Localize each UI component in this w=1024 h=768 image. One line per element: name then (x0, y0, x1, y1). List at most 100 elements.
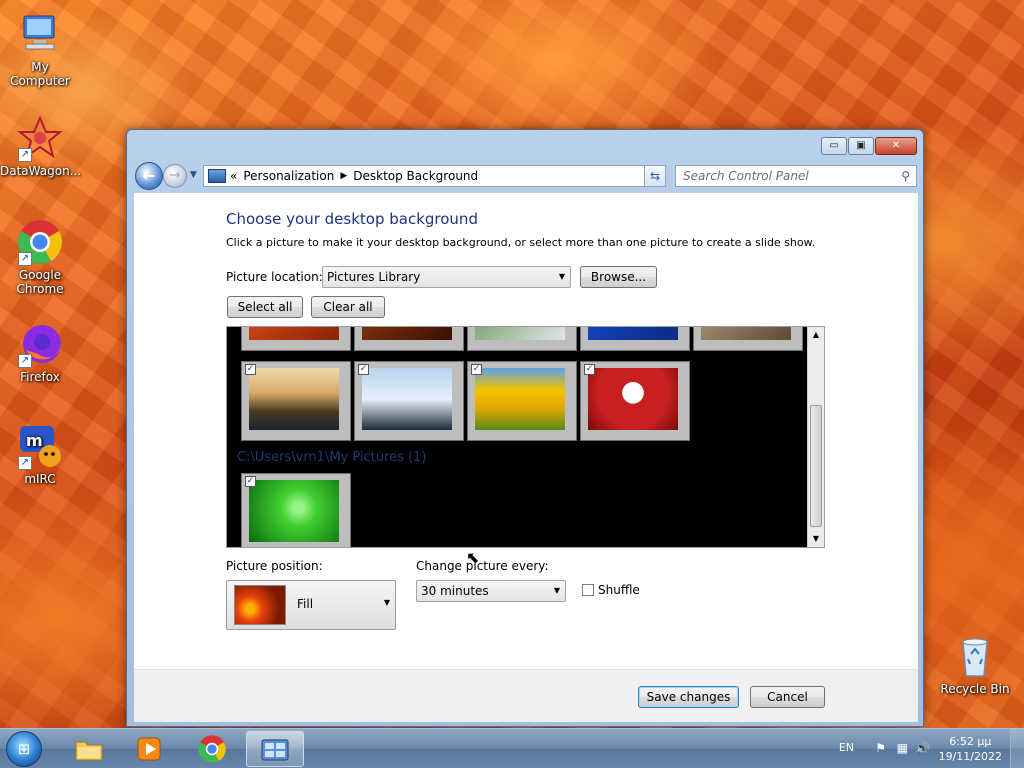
thumbnail-image (249, 480, 339, 542)
control-panel-icon (208, 169, 226, 183)
datawagon-icon: ↗ (16, 114, 64, 162)
checkbox-checked[interactable]: ✓ (358, 364, 369, 375)
desktop-icon-label: mIRC (24, 472, 56, 486)
checkbox-checked[interactable]: ✓ (471, 364, 482, 375)
gallery-thumbnail-tulips[interactable]: ✓ (467, 361, 577, 441)
shuffle-checkbox[interactable]: Shuffle (582, 583, 640, 597)
gallery-thumbnail-lighthouse[interactable]: ✓ (241, 361, 351, 441)
thumbnail-image (475, 368, 565, 430)
gallery-thumbnail[interactable] (241, 327, 351, 351)
change-picture-interval-select[interactable]: 30 minutes ▼ (416, 580, 566, 602)
minimize-button[interactable]: ▭ (821, 137, 847, 155)
breadcrumb-desktop-background[interactable]: Desktop Background (353, 169, 478, 183)
picture-gallery[interactable]: ✓ ✓ ✓ ✓ C:\Users\vrn1\My Pictures (1) ✓ (226, 326, 825, 548)
close-button[interactable]: ✕ (875, 137, 917, 155)
action-center-icon[interactable]: ⚑ (875, 741, 886, 755)
picture-position-select[interactable]: Fill ▼ (226, 580, 396, 630)
maximize-button[interactable]: ▣ (848, 137, 874, 155)
network-icon[interactable]: ▦ (897, 741, 908, 755)
folder-group-label[interactable]: C:\Users\vrn1\My Pictures (1) (237, 450, 426, 465)
media-player-icon (137, 737, 161, 761)
desktop-icon-google-chrome[interactable]: ↗ Google Chrome (0, 218, 80, 296)
desktop-icon-my-computer[interactable]: My Computer (0, 10, 80, 88)
refresh-button[interactable]: ⇆ (644, 165, 666, 187)
taskbar-chrome[interactable] (183, 731, 241, 767)
address-bar[interactable]: « Personalization ▶ Desktop Background ▼ (203, 165, 665, 187)
search-icon[interactable]: ⚲ (901, 166, 910, 186)
picture-position-label: Picture position: (226, 559, 323, 573)
breadcrumb-overflow[interactable]: « (230, 169, 237, 183)
shortcut-arrow-icon: ↗ (18, 354, 32, 368)
gallery-scrollbar[interactable]: ▲ ▼ (807, 327, 824, 547)
gallery-thumbnail[interactable] (467, 327, 577, 351)
scroll-down-icon[interactable]: ▼ (808, 531, 824, 547)
forward-button[interactable]: → (163, 164, 187, 188)
gallery-thumbnail[interactable] (693, 327, 803, 351)
taskbar-explorer[interactable] (60, 731, 118, 767)
shortcut-arrow-icon: ↗ (18, 456, 32, 470)
cancel-button[interactable]: Cancel (750, 686, 825, 708)
taskbar-media-player[interactable] (120, 731, 178, 767)
breadcrumb-personalization[interactable]: Personalization (243, 169, 334, 183)
computer-icon (16, 10, 64, 58)
checkbox-checked[interactable]: ✓ (245, 364, 256, 375)
search-input[interactable]: Search Control Panel ⚲ (675, 165, 917, 187)
gallery-thumbnail[interactable] (580, 327, 690, 351)
gallery-thumbnail[interactable] (354, 327, 464, 351)
desktop-icon-recycle-bin[interactable]: Recycle Bin (935, 632, 1015, 696)
firefox-icon: ↗ (16, 320, 64, 368)
folder-icon (75, 741, 103, 761)
start-button[interactable]: ⊞ (6, 731, 42, 767)
desktop-icon-label: DataWagon... (0, 164, 82, 178)
picture-position-value: Fill (297, 597, 314, 611)
content-pane: Choose your desktop background Click a p… (134, 193, 918, 669)
clock-time: 6:52 μμ (949, 735, 992, 748)
page-title: Choose your desktop background (226, 210, 478, 228)
change-picture-value: 30 minutes (421, 584, 489, 598)
taskbar-control-panel[interactable] (246, 731, 304, 767)
scroll-up-icon[interactable]: ▲ (808, 327, 824, 343)
desktop-icon-mirc[interactable]: m ↗ mIRC (0, 422, 80, 486)
clear-all-button[interactable]: Clear all (311, 296, 385, 318)
navigation-bar: ← → ▼ « Personalization ▶ Desktop Backgr… (135, 162, 917, 190)
thumbnail-image (588, 368, 678, 430)
desktop-icon-label: Recycle Bin (940, 682, 1010, 696)
picture-location-label: Picture location: (226, 270, 323, 284)
recent-pages-dropdown[interactable]: ▼ (190, 170, 197, 180)
recycle-bin-icon (951, 632, 999, 680)
save-changes-button[interactable]: Save changes (638, 686, 739, 708)
select-all-button[interactable]: Select all (227, 296, 303, 318)
gallery-thumbnail-santa[interactable]: ✓ (580, 361, 690, 441)
language-indicator[interactable]: EN (839, 741, 854, 754)
system-tray: EN ⚑ ▦ 🔊 6:52 μμ 19/11/2022 (804, 729, 1024, 768)
chrome-icon: ↗ (16, 218, 64, 266)
checkbox-checked[interactable]: ✓ (245, 476, 256, 487)
position-preview-image (234, 585, 286, 625)
thumbnail-image (249, 368, 339, 430)
back-button[interactable]: ← (135, 162, 163, 190)
checkbox-unchecked[interactable] (582, 584, 594, 596)
volume-icon[interactable]: 🔊 (915, 741, 930, 755)
desktop-icon-label: Google Chrome (16, 268, 64, 296)
picture-location-value: Pictures Library (327, 270, 421, 284)
gallery-thumbnail-windows-green[interactable]: ✓ (241, 473, 351, 547)
browse-button[interactable]: Browse... (580, 266, 657, 288)
shortcut-arrow-icon: ↗ (18, 148, 32, 162)
chevron-right-icon[interactable]: ▶ (340, 171, 347, 181)
clock[interactable]: 6:52 μμ 19/11/2022 (939, 734, 1002, 764)
page-description: Click a picture to make it your desktop … (226, 236, 816, 249)
chevron-down-icon: ▼ (383, 598, 390, 607)
show-desktop-button[interactable] (1010, 729, 1024, 768)
desktop-icon-firefox[interactable]: ↗ Firefox (0, 320, 80, 384)
dialog-footer: Save changes Cancel (134, 669, 918, 722)
desktop-icon-datawagon[interactable]: ↗ DataWagon... (0, 114, 82, 178)
picture-location-select[interactable]: Pictures Library ▼ (322, 266, 571, 288)
window-controls: ▭ ▣ ✕ (821, 137, 917, 155)
clock-date: 19/11/2022 (938, 750, 1002, 763)
chevron-down-icon: ▼ (553, 586, 560, 595)
checkbox-checked[interactable]: ✓ (584, 364, 595, 375)
desktop-background-window: ▭ ▣ ✕ ← → ▼ « Personalization ▶ Desktop … (126, 129, 924, 727)
scroll-thumb[interactable] (810, 405, 822, 527)
mirc-icon: m ↗ (16, 422, 64, 470)
gallery-thumbnail-penguins[interactable]: ✓ (354, 361, 464, 441)
